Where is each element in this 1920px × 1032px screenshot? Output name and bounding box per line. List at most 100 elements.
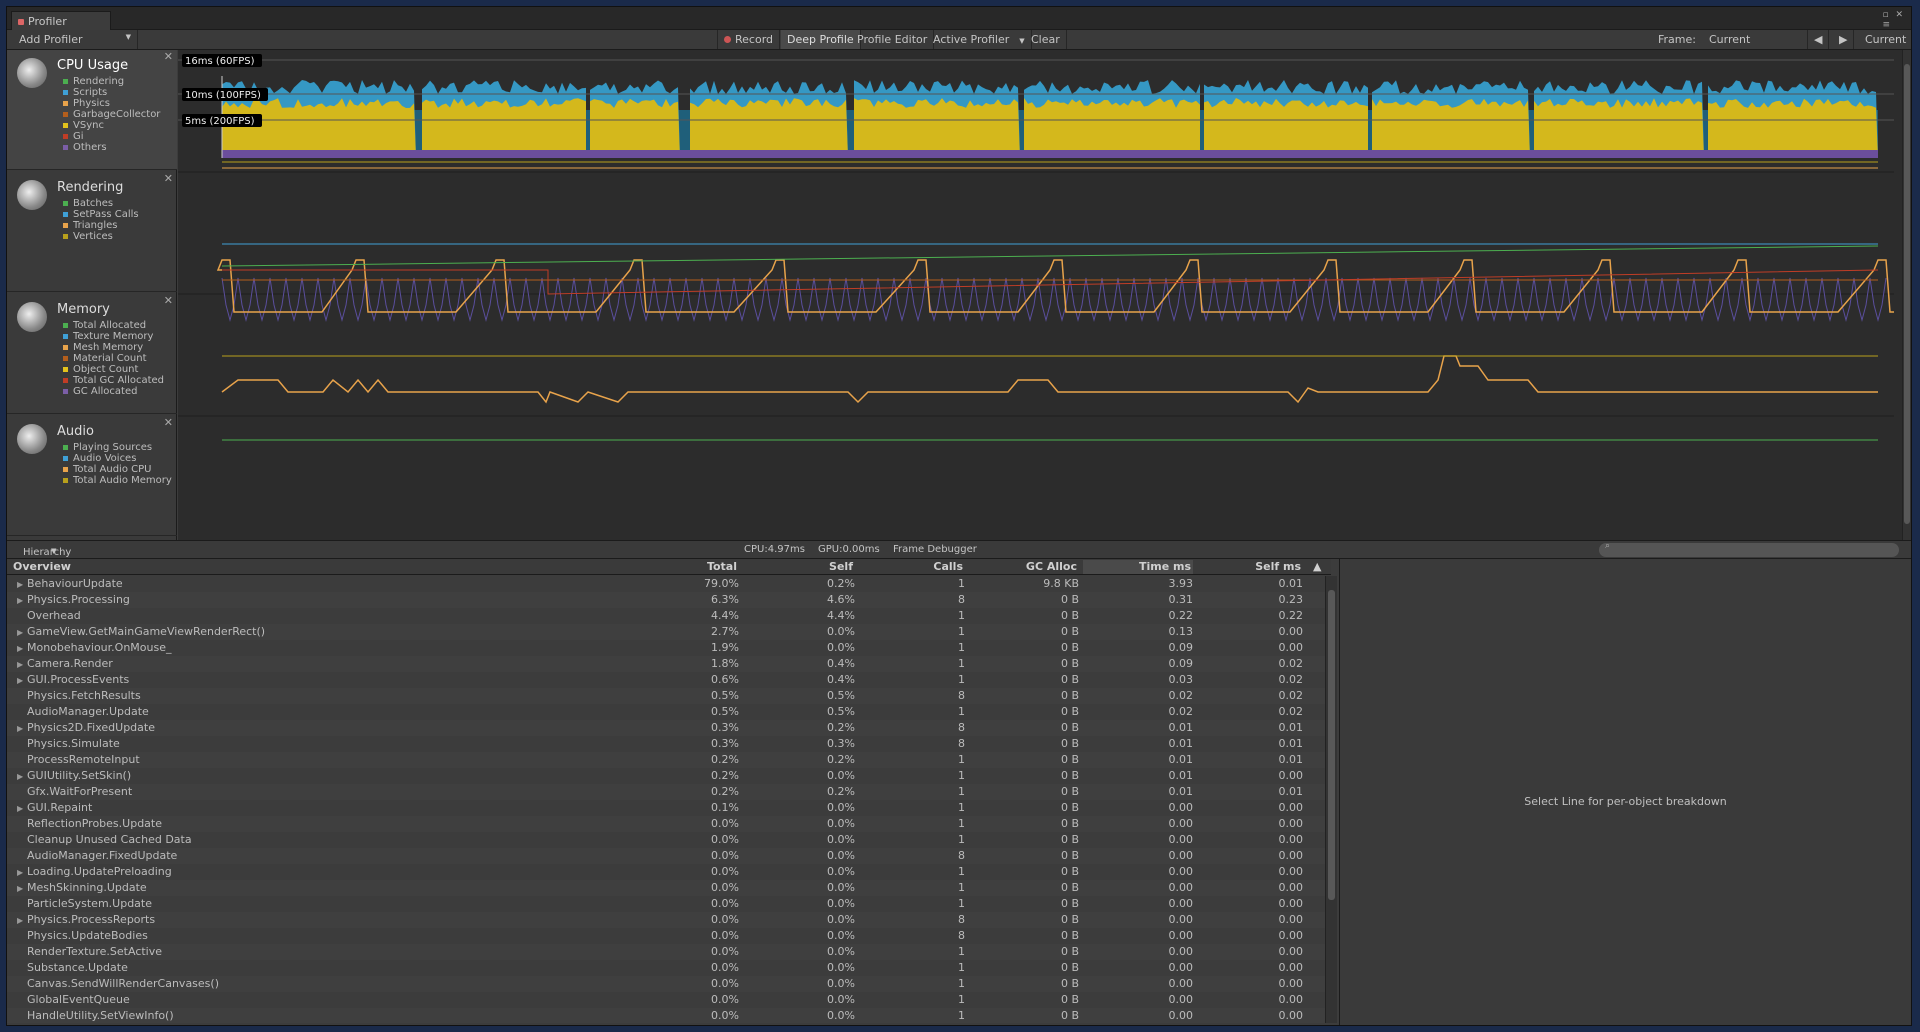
expand-arrow-icon[interactable]: ▶ [17,865,27,881]
legend-item[interactable]: Rendering [63,76,160,87]
legend-item[interactable]: VSync [63,120,160,131]
legend-panel[interactable]: Memory ✕ Total Allocated Texture Memory Me… [7,294,177,414]
hierarchy-mode-label: Hierarchy [23,547,72,558]
row-label: ProcessRemoteInput [27,753,140,766]
legend-item[interactable]: Gi [63,131,160,142]
column-header[interactable]: Self [745,560,855,573]
table-scrollbar[interactable] [1325,576,1337,1023]
current-frame-button[interactable]: Current [1859,30,1912,49]
table-row[interactable]: Cleanup Unused Cached Data 0.0% 0.0% 1 0 B 0.… [7,832,1325,848]
table-row[interactable]: ▶ MeshSkinning.Update 0.0% 0.0% 1 0 B 0.00 0.00 [7,880,1325,896]
table-row[interactable]: GlobalEventQueue 0.0% 0.0% 1 0 B 0.00 0.00 [7,992,1325,1008]
column-header[interactable]: Calls [855,560,965,573]
window-controls-icon[interactable]: ▫ ✕ ≡ [1882,10,1905,30]
expand-arrow-icon[interactable]: ▶ [17,641,27,657]
table-row[interactable]: ▶ Physics.ProcessReports 0.0% 0.0% 8 0 B 0.00 0… [7,912,1325,928]
tab-profiler[interactable]: Profiler [11,11,111,31]
close-icon[interactable]: ✕ [164,294,173,307]
sort-ascending-icon[interactable]: ▲ [1313,560,1321,573]
legend-item[interactable]: GC Allocated [63,386,164,397]
table-row[interactable]: ▶ GameView.GetMainGameViewRenderRect() 2.7… [7,624,1325,640]
expand-arrow-icon[interactable]: ▶ [17,721,27,737]
column-header[interactable]: Total [629,560,739,573]
table-scroll-thumb[interactable] [1328,590,1335,900]
legend-item[interactable]: Total Allocated [63,320,164,331]
table-row[interactable]: ▶ BehaviourUpdate 79.0% 0.2% 1 9.8 KB 3.93 0.01 [7,576,1325,592]
legend-item[interactable]: Others [63,142,160,153]
record-button[interactable]: Record [717,30,781,49]
expand-arrow-icon[interactable]: ▶ [17,657,27,673]
legend-item[interactable]: Texture Memory [63,331,164,342]
table-row[interactable]: AudioManager.Update 0.5% 0.5% 1 0 B 0.02 0.02 [7,704,1325,720]
legend-panel[interactable]: Rendering ✕ Batches SetPass Calls Triangle… [7,172,177,292]
table-row[interactable]: Overhead 4.4% 4.4% 1 0 B 0.22 0.22 [7,608,1325,624]
legend-panel[interactable]: CPU Usage ✕ Rendering Scripts Physics Garba… [7,50,177,170]
close-icon[interactable]: ✕ [164,172,173,185]
table-row[interactable]: ▶ Monobehaviour.OnMouse_ 1.9% 0.0% 1 0 B 0.09 0… [7,640,1325,656]
expand-arrow-icon[interactable]: ▶ [17,673,27,689]
profiler-graphs[interactable]: 16ms (60FPS) 10ms (100FPS) 5ms (200FPS) [178,50,1920,540]
expand-arrow-icon[interactable]: ▶ [17,625,27,641]
expand-arrow-icon[interactable]: ▶ [17,801,27,817]
legend-item[interactable]: Physics [63,98,160,109]
table-row[interactable]: HandleUtility.SetViewInfo() 0.0% 0.0% 1 0 B 0… [7,1008,1325,1023]
legend-item[interactable]: Batches [63,198,139,209]
table-row[interactable]: RenderTexture.SetActive 0.0% 0.0% 1 0 B 0.00 0… [7,944,1325,960]
row-cell: 0.00 [1278,641,1304,654]
prev-frame-button[interactable]: ◀ [1807,30,1830,49]
table-row[interactable]: ▶ Loading.UpdatePreloading 0.0% 0.0% 1 0 B 0.0… [7,864,1325,880]
table-row[interactable]: Substance.Update 0.0% 0.0% 1 0 B 0.00 0.00 [7,960,1325,976]
table-row[interactable]: ▶ GUIUtility.SetSkin() 0.2% 0.0% 1 0 B 0.01 0.0… [7,768,1325,784]
add-profiler-dropdown[interactable]: Add Profiler ▼ [13,30,138,49]
table-row[interactable]: Canvas.SendWillRenderCanvases() 0.0% 0.0% 1… [7,976,1325,992]
table-row[interactable]: ▶ GUI.ProcessEvents 0.6% 0.4% 1 0 B 0.03 0.02 [7,672,1325,688]
column-header[interactable]: GC Alloc [969,560,1079,573]
legend-item[interactable]: Vertices [63,231,139,242]
expand-arrow-icon[interactable]: ▶ [17,577,27,593]
legend-item[interactable]: SetPass Calls [63,209,139,220]
legend-item[interactable]: Playing Sources [63,442,172,453]
close-icon[interactable]: ✕ [164,50,173,63]
frame-debugger-button[interactable]: Frame Debugger [893,544,977,555]
table-row[interactable]: ▶ Camera.Render 1.8% 0.4% 1 0 B 0.09 0.02 [7,656,1325,672]
clear-button[interactable]: Clear [1025,30,1067,49]
table-row[interactable]: Physics.FetchResults 0.5% 0.5% 8 0 B 0.02 0.02 [7,688,1325,704]
column-header[interactable]: Self ms [1193,560,1303,573]
graphs-scroll-thumb[interactable] [1904,64,1910,524]
table-row[interactable]: ReflectionProbes.Update 0.0% 0.0% 1 0 B 0.00 0… [7,816,1325,832]
profile-editor-button[interactable]: Profile Editor [851,30,935,49]
expand-arrow-icon[interactable]: ▶ [17,881,27,897]
table-row[interactable]: Physics.Simulate 0.3% 0.3% 8 0 B 0.01 0.01 [7,736,1325,752]
legend-item[interactable]: Triangles [63,220,139,231]
table-row[interactable]: ▶ Physics.Processing 6.3% 4.6% 8 0 B 0.31 0.23 [7,592,1325,608]
close-icon[interactable]: ✕ [164,416,173,429]
active-profiler-dropdown[interactable]: Active Profiler ▼ [927,30,1032,49]
graphs-scrollbar[interactable] [1902,50,1911,540]
row-cell: 1 [958,801,965,814]
table-row[interactable]: AudioManager.FixedUpdate 0.0% 0.0% 8 0 B 0.00… [7,848,1325,864]
search-input[interactable]: ⌕ [1599,541,1899,557]
legend-item[interactable]: Scripts [63,87,160,98]
legend-item[interactable]: Total Audio CPU [63,464,172,475]
column-header[interactable]: Overview [13,560,71,573]
column-header[interactable]: Time ms [1083,560,1193,574]
legend-item[interactable]: Audio Voices [63,453,172,464]
legend-item[interactable]: Material Count [63,353,164,364]
legend-item[interactable]: Total GC Allocated [63,375,164,386]
deep-profile-button[interactable]: Deep Profile [781,30,861,49]
expand-arrow-icon[interactable]: ▶ [17,769,27,785]
next-frame-button[interactable]: ▶ [1833,30,1855,49]
table-row[interactable]: Gfx.WaitForPresent 0.2% 0.2% 1 0 B 0.01 0.01 [7,784,1325,800]
table-row[interactable]: ParticleSystem.Update 0.0% 0.0% 1 0 B 0.00 0.0… [7,896,1325,912]
legend-item[interactable]: Total Audio Memory [63,475,172,486]
legend-item[interactable]: GarbageCollector [63,109,160,120]
table-row[interactable]: ProcessRemoteInput 0.2% 0.2% 1 0 B 0.01 0.01 [7,752,1325,768]
table-row[interactable]: ▶ GUI.Repaint 0.1% 0.0% 1 0 B 0.00 0.00 [7,800,1325,816]
legend-item[interactable]: Mesh Memory [63,342,164,353]
legend-item[interactable]: Object Count [63,364,164,375]
expand-arrow-icon[interactable]: ▶ [17,913,27,929]
legend-panel[interactable]: Audio ✕ Playing Sources Audio Voices Total… [7,416,177,536]
table-row[interactable]: Physics.UpdateBodies 0.0% 0.0% 8 0 B 0.00 0.00 [7,928,1325,944]
expand-arrow-icon[interactable]: ▶ [17,593,27,609]
table-row[interactable]: ▶ Physics2D.FixedUpdate 0.3% 0.2% 8 0 B 0.01 0.… [7,720,1325,736]
